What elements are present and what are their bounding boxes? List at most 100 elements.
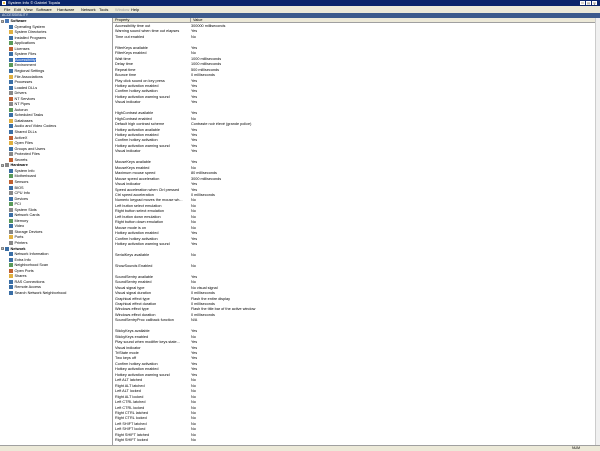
tree-label: CPU Info: [14, 191, 30, 196]
tree-node-icon: [9, 290, 13, 295]
maximize-button[interactable]: □: [586, 1, 591, 6]
tree-label: Hardware: [10, 163, 28, 168]
tree-node-icon: [9, 279, 13, 284]
tree-label: RAS Connections: [14, 279, 45, 284]
tree-label: Protected Files: [14, 152, 40, 157]
tree-label: Network Information: [14, 252, 49, 257]
property-row[interactable]: Right SHIFT locked No: [113, 438, 593, 443]
menu-file[interactable]: File: [4, 6, 10, 13]
tree-label: Databases: [14, 118, 33, 123]
tree-label: Video: [14, 224, 25, 229]
menu-help[interactable]: Help: [131, 6, 139, 13]
tree-label: File Associations: [14, 74, 43, 79]
tree-node-icon: [9, 130, 13, 134]
tree-label: Ports: [14, 235, 24, 240]
tree-label: System Files: [14, 52, 37, 57]
tree-node-icon: [9, 268, 13, 273]
tree-label: Shared DLLs: [14, 130, 37, 134]
tree-label: Remote Access: [14, 285, 41, 290]
tree-label: Installed Programs: [14, 35, 47, 40]
tree-label: Network Cards: [14, 213, 40, 218]
tree-label: NT Pipes: [14, 102, 31, 107]
minimize-button[interactable]: _: [580, 1, 585, 6]
tree-label: Loaded DLLs: [14, 85, 38, 90]
tree-label: ActiveX: [14, 135, 28, 140]
column-header-property[interactable]: Property: [113, 18, 191, 23]
tree-node-icon: [9, 63, 13, 68]
close-button[interactable]: x: [592, 1, 597, 6]
tree-label: Open Ports: [14, 268, 34, 273]
tree-item-search-network-neighborhood[interactable]: Search Network Neighborhood: [9, 290, 67, 296]
tree-node-icon: [9, 157, 13, 162]
tree-node-icon: [9, 30, 13, 35]
tree-node-icon: [9, 68, 13, 73]
tree-label: Storage Devices: [14, 229, 43, 234]
menu-tools[interactable]: Tools: [99, 6, 108, 13]
tree-node-icon: [9, 241, 13, 245]
tree-node-icon: [9, 207, 13, 212]
tree-node-icon: [9, 185, 13, 190]
tree-node-icon: [9, 24, 13, 29]
tree-label: Processes: [14, 80, 33, 85]
tree-label: Devices: [14, 196, 29, 201]
tree-label: PCI: [14, 202, 21, 207]
tree-label: Accessibility: [14, 57, 37, 62]
tree-node-icon: [9, 85, 13, 90]
tree-node-icon: [9, 263, 13, 268]
tree-node-icon: [5, 163, 9, 168]
tree-label: Drivers: [14, 91, 27, 96]
tree-node-icon: [9, 235, 13, 240]
tree-node-icon: [9, 57, 13, 62]
menu-network[interactable]: Network: [81, 6, 96, 13]
tree-label: System Info: [14, 168, 35, 173]
tree-node-icon: [9, 124, 13, 129]
tree-node-icon: [9, 152, 13, 157]
tree-label: Search Network Neighborhood: [14, 290, 67, 295]
collapse-icon[interactable]: −: [1, 163, 4, 167]
tree-node-icon: [9, 213, 13, 218]
tree-node-icon: [9, 141, 13, 146]
menu-edit[interactable]: Edit: [14, 6, 21, 13]
tree-node-icon: [9, 107, 13, 112]
tree-label: Network: [10, 246, 26, 251]
column-header-value[interactable]: Value: [191, 18, 596, 23]
tree-label: Autorun: [14, 107, 28, 112]
property-name: Right SHIFT locked: [115, 438, 148, 443]
menu-bar: File Edit View Software Hardware Network Tools…: [0, 6, 600, 13]
navigation-tree: − Software Operating System System Director…: [0, 18, 113, 445]
tree-node-icon: [9, 191, 13, 196]
tree-node-icon: [9, 102, 13, 107]
vertical-scrollbar[interactable]: [595, 18, 600, 445]
tree-label: Operating System: [14, 24, 45, 29]
tree-node-icon: [9, 168, 13, 173]
menu-hardware[interactable]: Hardware: [57, 6, 74, 13]
tree-node-icon: [9, 224, 13, 229]
tree-node-icon: [9, 46, 13, 51]
tree-node-icon: [9, 118, 13, 123]
tree-node-icon: [9, 96, 13, 101]
tree-node-icon: [9, 113, 13, 118]
tree-label: Groups and Users: [14, 146, 46, 151]
tree-node-icon: [9, 179, 13, 184]
tree-label: Shares: [14, 274, 27, 279]
tree-label: NT Services: [14, 96, 36, 101]
collapse-icon[interactable]: −: [1, 247, 4, 251]
tree-node-icon: [9, 41, 13, 46]
tree-label: Open Files: [14, 141, 33, 146]
tree-label: Regional Settings: [14, 68, 45, 73]
tree-node-icon: [9, 146, 13, 151]
menu-software[interactable]: Software: [36, 6, 52, 13]
tree-node-icon: [9, 74, 13, 79]
tree-label: Applications: [14, 41, 35, 46]
tree-node-icon: [9, 202, 13, 207]
tree-label: Licenses: [14, 46, 30, 51]
tree-label: Software: [10, 19, 27, 23]
collapse-icon[interactable]: −: [1, 19, 4, 23]
tree-node-icon: [9, 52, 13, 57]
tree-label: Neighborhood Scan: [14, 263, 49, 268]
tree-node-icon: [9, 252, 13, 257]
tree-node-icon: [9, 257, 13, 262]
menu-view[interactable]: View: [24, 6, 33, 13]
tree-node-icon: [9, 80, 13, 85]
tree-node-icon: [5, 246, 9, 251]
